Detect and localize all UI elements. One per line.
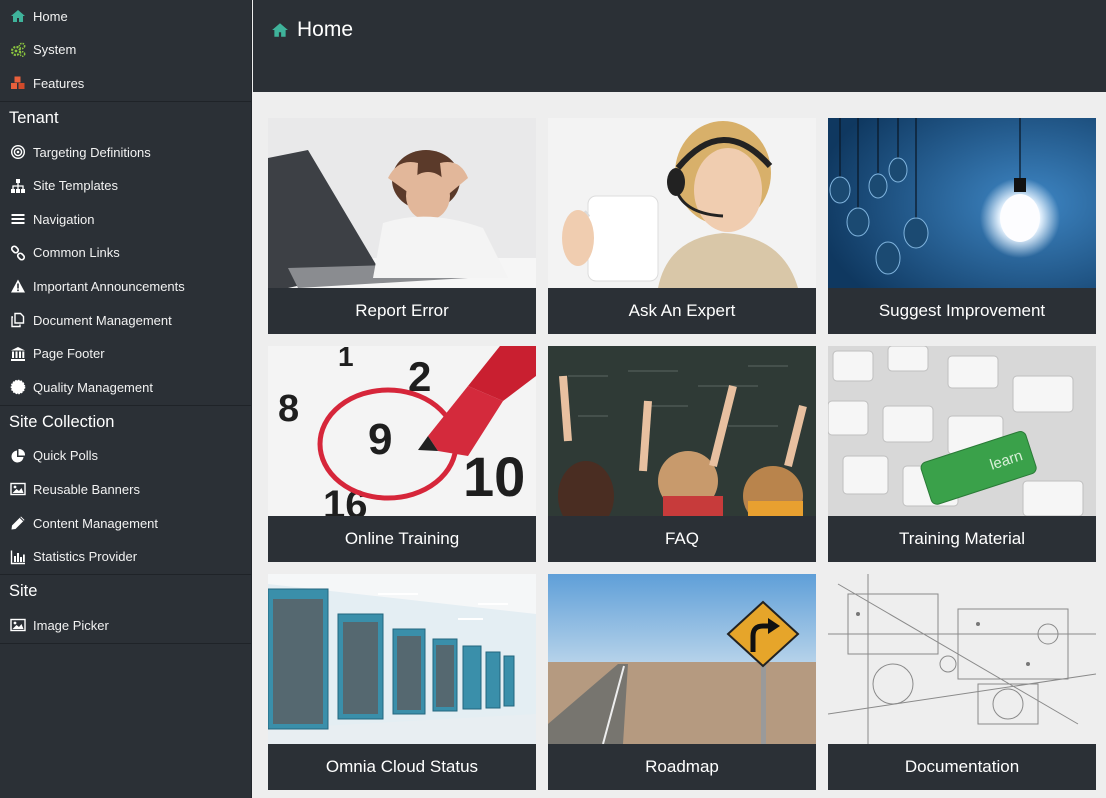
tile-omnia-cloud-status[interactable]: Omnia Cloud Status [268, 574, 536, 790]
sidebar-section-tenant: Tenant Targeting Definitions Site Templa… [0, 102, 251, 406]
sidebar-item-features[interactable]: Features [0, 67, 251, 101]
pie-chart-icon [9, 447, 27, 465]
sidebar: Home System Features Tenant Targeting De… [0, 0, 252, 798]
sidebar-item-document-management[interactable]: Document Management [0, 304, 251, 338]
svg-text:8: 8 [278, 388, 299, 430]
section-title-site-collection: Site Collection [9, 413, 115, 432]
tile-label: Online Training [344, 529, 460, 548]
sidebar-top-group: Home System Features [0, 0, 251, 102]
tile-training-material[interactable]: learn Training Material [828, 346, 1096, 562]
tile-roadmap[interactable]: Roadmap [548, 574, 816, 790]
sidebar-item-reusable-banners[interactable]: Reusable Banners [0, 473, 251, 507]
tile-suggest-improvement[interactable]: Suggest Improvement [828, 118, 1096, 334]
sidebar-item-label: Image Picker [33, 617, 109, 633]
sidebar-item-label: Important Announcements [33, 278, 185, 294]
sidebar-item-label: System [33, 42, 77, 58]
bar-chart-icon [9, 548, 27, 566]
sidebar-item-label: Page Footer [33, 346, 105, 362]
copy-icon [9, 311, 27, 329]
tile-label: FAQ [664, 529, 699, 548]
cogs-icon [9, 41, 27, 59]
sidebar-item-home[interactable]: Home [0, 0, 251, 34]
bars-icon [9, 210, 27, 228]
tile-label: Ask An Expert [628, 301, 736, 320]
tile-faq[interactable]: FAQ [548, 346, 816, 562]
sidebar-item-system[interactable]: System [0, 34, 251, 68]
tile-label: Training Material [899, 529, 1025, 548]
home-icon [272, 23, 288, 37]
link-icon [9, 244, 27, 262]
svg-text:1: 1 [338, 346, 354, 372]
sidebar-item-site-templates[interactable]: Site Templates [0, 169, 251, 203]
stressed-woman-laptop-photo [268, 118, 536, 288]
section-title-site: Site [9, 582, 38, 601]
lightbulbs-photo [828, 118, 1096, 288]
sidebar-item-targeting-definitions[interactable]: Targeting Definitions [0, 136, 251, 170]
cubes-icon [9, 74, 27, 92]
sidebar-item-label: Content Management [33, 515, 159, 531]
bank-icon [9, 345, 27, 363]
page-title-text: Home [297, 18, 354, 41]
tile-label: Roadmap [645, 757, 719, 776]
sidebar-item-label: Home [33, 8, 68, 24]
sidebar-item-label: Site Templates [33, 178, 119, 194]
page-header: Home [253, 0, 1106, 92]
sidebar-item-label: Navigation [33, 211, 95, 227]
sidebar-item-page-footer[interactable]: Page Footer [0, 337, 251, 371]
sidebar-item-navigation[interactable]: Navigation [0, 203, 251, 237]
tile-documentation[interactable]: Documentation [828, 574, 1096, 790]
target-icon [9, 143, 27, 161]
sidebar-item-content-management[interactable]: Content Management [0, 507, 251, 541]
blueprint-photo [828, 574, 1096, 744]
warning-icon [9, 277, 27, 295]
sidebar-section-site-collection: Site Collection Quick Polls Reusable Ban… [0, 406, 251, 575]
tile-label: Documentation [904, 757, 1020, 776]
sidebar-item-common-links[interactable]: Common Links [0, 237, 251, 271]
classroom-raised-hands-photo [548, 346, 816, 516]
sidebar-item-label: Statistics Provider [33, 549, 138, 565]
sidebar-item-image-picker[interactable]: Image Picker [0, 609, 251, 643]
image-icon [9, 480, 27, 498]
tile-ask-an-expert[interactable]: Ask An Expert [548, 118, 816, 334]
tile-grid: Report Error Ask An Expert Suggest Impro… [268, 118, 1096, 790]
pencil-icon [9, 514, 27, 532]
support-agent-headset-photo [548, 118, 816, 288]
sidebar-item-label: Reusable Banners [33, 481, 140, 497]
svg-text:9: 9 [368, 415, 392, 464]
tile-label: Suggest Improvement [878, 301, 1046, 320]
calendar-marker-photo: 1 2 8 9 10 16 [268, 346, 536, 516]
section-title-tenant: Tenant [9, 109, 59, 128]
certificate-icon [9, 378, 27, 396]
tile-label: Report Error [355, 301, 449, 320]
sitemap-icon [9, 177, 27, 195]
home-icon [9, 7, 27, 25]
sidebar-item-label: Document Management [33, 312, 172, 328]
sidebar-item-quality-management[interactable]: Quality Management [0, 371, 251, 405]
tile-label: Omnia Cloud Status [325, 757, 479, 776]
image-icon [9, 616, 27, 634]
page-title: Home [271, 18, 353, 42]
sidebar-item-quick-polls[interactable]: Quick Polls [0, 440, 251, 474]
sidebar-item-statistics-provider[interactable]: Statistics Provider [0, 540, 251, 574]
sidebar-item-label: Common Links [33, 245, 120, 261]
sidebar-item-label: Quality Management [33, 379, 153, 395]
road-sign-photo [548, 574, 816, 744]
sidebar-item-label: Features [33, 75, 85, 91]
sidebar-section-site: Site Image Picker [0, 575, 251, 644]
tile-report-error[interactable]: Report Error [268, 118, 536, 334]
svg-text:10: 10 [463, 445, 525, 508]
tile-online-training[interactable]: 1 2 8 9 10 16 Online Training [268, 346, 536, 562]
server-room-photo [268, 574, 536, 744]
keyboard-learn-key-photo: learn [828, 346, 1096, 516]
sidebar-item-label: Targeting Definitions [33, 144, 151, 160]
sidebar-item-important-announcements[interactable]: Important Announcements [0, 270, 251, 304]
sidebar-item-label: Quick Polls [33, 448, 99, 464]
